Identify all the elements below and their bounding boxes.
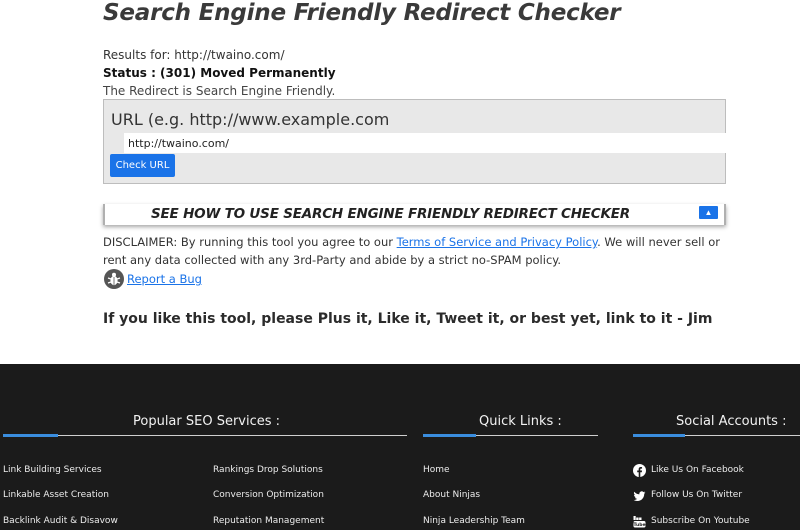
footer-link-facebook[interactable]: Like Us On Facebook xyxy=(651,465,744,475)
url-field-label: URL (e.g. http://www.example.com xyxy=(111,110,390,129)
social-accounts-divider xyxy=(633,434,800,437)
how-to-use-accordion[interactable]: SEE HOW TO USE SEARCH ENGINE FRIENDLY RE… xyxy=(103,204,726,225)
footer-link-backlink-audit[interactable]: Backlink Audit & Disavow xyxy=(3,516,118,526)
results-for-text: Results for: http://twaino.com/ xyxy=(103,48,285,62)
like-tool-message: If you like this tool, please Plus it, L… xyxy=(103,311,713,327)
url-check-form: URL (e.g. http://www.example.com Check U… xyxy=(103,99,735,184)
footer-link-conversion[interactable]: Conversion Optimization xyxy=(213,490,324,500)
social-accounts-heading: Social Accounts : xyxy=(676,414,787,429)
page-title: Search Engine Friendly Redirect Checker xyxy=(103,0,621,26)
quick-links-heading: Quick Links : xyxy=(479,414,562,429)
youtube-icon[interactable]: Tube xyxy=(633,513,646,528)
footer-link-rankings-drop[interactable]: Rankings Drop Solutions xyxy=(213,465,323,475)
status-text: Status : (301) Moved Permanently xyxy=(103,66,336,80)
footer-link-link-building[interactable]: Link Building Services xyxy=(3,465,102,475)
footer-link-twitter[interactable]: Follow Us On Twitter xyxy=(651,490,742,500)
footer-link-about[interactable]: About Ninjas xyxy=(423,490,480,500)
footer-link-home[interactable]: Home xyxy=(423,465,450,475)
footer-link-reputation[interactable]: Reputation Management xyxy=(213,516,324,526)
facebook-icon[interactable] xyxy=(633,462,646,477)
check-url-button[interactable]: Check URL xyxy=(110,154,175,177)
disclaimer-text: DISCLAIMER: By running this tool you agr… xyxy=(103,233,733,269)
chevron-up-icon[interactable]: ▲ xyxy=(699,206,718,219)
footer-link-linkable-asset[interactable]: Linkable Asset Creation xyxy=(3,490,109,500)
how-to-use-label: SEE HOW TO USE SEARCH ENGINE FRIENDLY RE… xyxy=(151,206,630,222)
report-bug-link[interactable]: Report a Bug xyxy=(127,272,202,286)
report-bug-row: Report a Bug xyxy=(103,268,202,290)
footer-link-leadership[interactable]: Ninja Leadership Team xyxy=(423,516,525,526)
popular-services-divider xyxy=(3,434,407,437)
terms-privacy-link[interactable]: Terms of Service and Privacy Policy xyxy=(397,235,597,249)
friendly-message: The Redirect is Search Engine Friendly. xyxy=(103,84,336,98)
site-footer: Popular SEO Services : Link Building Ser… xyxy=(0,364,800,530)
quick-links-divider xyxy=(423,434,598,437)
footer-link-youtube[interactable]: Subscribe On Youtube xyxy=(651,516,750,526)
bug-icon[interactable] xyxy=(103,268,125,290)
disclaimer-prefix: DISCLAIMER: By running this tool you agr… xyxy=(103,235,397,249)
popular-services-heading: Popular SEO Services : xyxy=(133,414,281,429)
svg-text:Tube: Tube xyxy=(633,522,645,528)
url-input[interactable] xyxy=(124,133,735,153)
twitter-icon[interactable] xyxy=(633,488,646,501)
